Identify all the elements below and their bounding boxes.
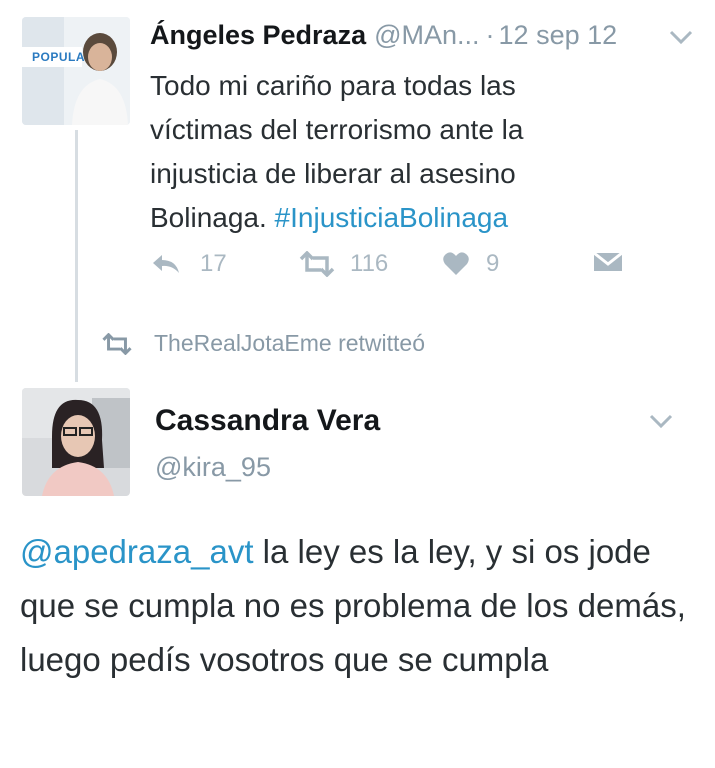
- thread-connector-line: [75, 130, 78, 382]
- retweet-icon: [102, 332, 132, 355]
- reply-count: 17: [200, 250, 227, 277]
- tweet-text: @apedraza_avt la ley es la ley, y si os …: [20, 525, 700, 687]
- avatar-photo: [22, 17, 130, 125]
- chevron-down-icon[interactable]: [668, 28, 694, 46]
- reply-icon: [153, 255, 179, 273]
- like-count: 9: [486, 250, 500, 277]
- mention-link[interactable]: @apedraza_avt: [20, 533, 253, 570]
- chevron-down-icon[interactable]: [648, 412, 674, 430]
- retweet-button[interactable]: 116: [298, 250, 388, 278]
- heart-icon: [443, 252, 469, 275]
- retweet-context: TheRealJotaEme retwitteó: [100, 330, 425, 357]
- retweet-count: 116: [350, 250, 389, 277]
- author-name[interactable]: Ángeles Pedraza: [150, 20, 366, 50]
- avatar-angeles-pedraza[interactable]: POPULA: [22, 17, 130, 125]
- retweet-icon: [299, 251, 335, 277]
- author-handle[interactable]: @kira_95: [155, 452, 271, 483]
- tweet-date[interactable]: 12 sep 12: [499, 20, 618, 50]
- avatar-cassandra-vera[interactable]: [22, 388, 130, 496]
- direct-message-button[interactable]: [592, 250, 624, 274]
- envelope-icon: [593, 251, 623, 271]
- tweet-header: Ángeles Pedraza @MAn... · 12 sep 12: [150, 20, 617, 51]
- tweet-text: Todo mi cariño para todas las víctimas d…: [150, 64, 590, 240]
- hashtag-link[interactable]: #InjusticiaBolinaga: [275, 202, 509, 233]
- retweeted-by-link[interactable]: TheRealJotaEme retwitteó: [154, 330, 425, 357]
- author-handle[interactable]: @MAn...: [374, 20, 479, 50]
- like-button[interactable]: 9: [442, 250, 499, 278]
- tweet-actions: 17 116 9: [150, 250, 630, 290]
- author-name[interactable]: Cassandra Vera: [155, 404, 380, 438]
- avatar-photo: [22, 388, 130, 496]
- separator-dot: ·: [485, 20, 495, 50]
- reply-button[interactable]: 17: [150, 250, 227, 278]
- avatar-party-logo-text: POPULA: [32, 50, 86, 64]
